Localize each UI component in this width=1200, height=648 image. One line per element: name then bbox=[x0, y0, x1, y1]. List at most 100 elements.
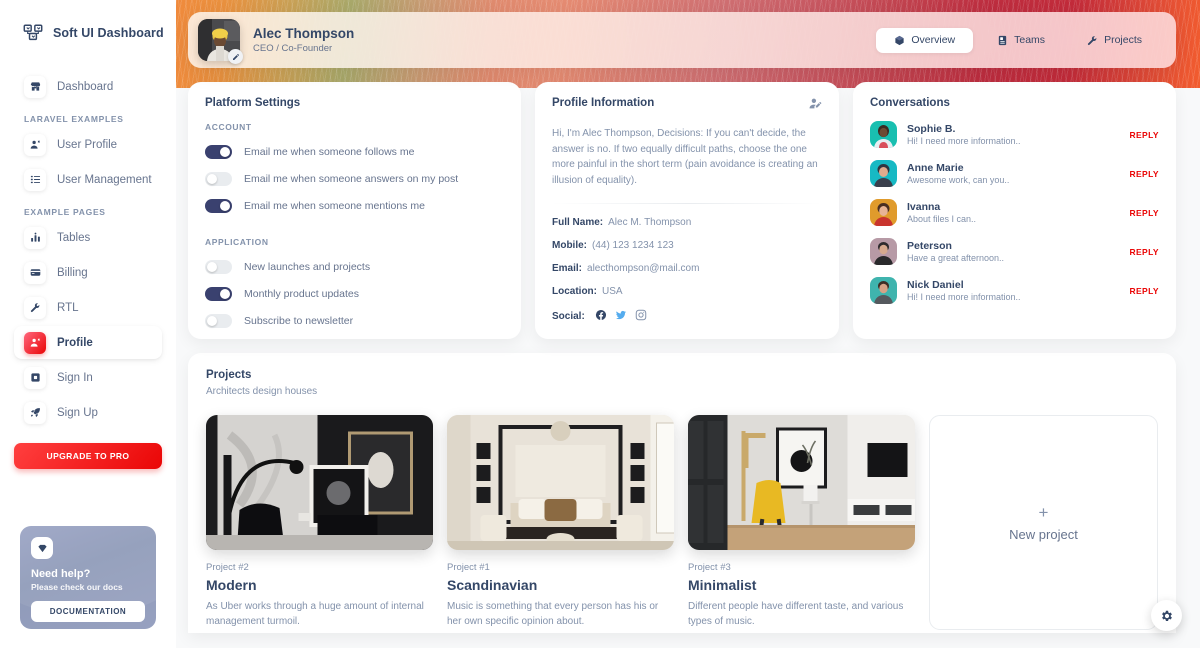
setting-row: Monthly product updates bbox=[205, 287, 504, 301]
conversation-texts: Peterson Have a great afternoon.. bbox=[907, 240, 1119, 263]
reply-button[interactable]: REPLY bbox=[1129, 208, 1159, 218]
toggle-newsletter[interactable] bbox=[205, 314, 232, 328]
info-value: Alec M. Thompson bbox=[608, 217, 692, 228]
info-label: Location: bbox=[552, 286, 597, 297]
document-icon bbox=[997, 35, 1008, 46]
reply-button[interactable]: REPLY bbox=[1129, 247, 1159, 257]
projects-title: Projects bbox=[206, 369, 252, 381]
user-icon bbox=[24, 133, 46, 156]
info-value: alecthompson@mail.com bbox=[587, 263, 700, 274]
sidebar-item-user-management[interactable]: User Management bbox=[14, 163, 162, 196]
pencil-icon[interactable] bbox=[228, 49, 243, 64]
edit-user-icon[interactable] bbox=[809, 97, 822, 115]
chart-icon bbox=[24, 226, 46, 249]
project-description: Music is something that every person has… bbox=[447, 601, 659, 627]
sidebar-item-sign-up[interactable]: Sign Up bbox=[14, 396, 162, 429]
sidebar-item-rtl[interactable]: RTL bbox=[14, 291, 162, 324]
profile-name: Alec Thompson bbox=[253, 26, 355, 41]
sidebar-item-profile[interactable]: Profile bbox=[14, 326, 162, 359]
conversation-texts: Anne Marie Awesome work, can you.. bbox=[907, 162, 1119, 185]
toggle-email-answers[interactable] bbox=[205, 172, 232, 186]
project-image-modern[interactable] bbox=[206, 415, 433, 550]
reply-button[interactable]: REPLY bbox=[1129, 286, 1159, 296]
login-icon bbox=[24, 366, 46, 389]
project-name[interactable]: Scandinavian bbox=[447, 577, 674, 593]
toggle-email-follows[interactable] bbox=[205, 145, 232, 159]
project-image-scandinavian[interactable] bbox=[447, 415, 674, 550]
toggle-new-launches[interactable] bbox=[205, 260, 232, 274]
info-label: Full Name: bbox=[552, 217, 604, 228]
conversation-item[interactable]: Peterson Have a great afternoon.. REPLY bbox=[870, 238, 1159, 265]
sidebar-item-sign-in[interactable]: Sign In bbox=[14, 361, 162, 394]
project-card: Project #2 Modern As Uber works through … bbox=[206, 415, 433, 630]
sidebar-section-laravel: LARAVEL EXAMPLES bbox=[24, 114, 124, 124]
projects-subtitle: Architects design houses bbox=[206, 386, 318, 397]
conversation-message: Hi! I need more information.. bbox=[907, 136, 1021, 146]
conversation-name: Peterson bbox=[907, 240, 952, 252]
sidebar-item-tables[interactable]: Tables bbox=[14, 221, 162, 254]
projects-card: Projects Architects design houses Projec… bbox=[188, 353, 1176, 633]
conversation-message: Hi! I need more information.. bbox=[907, 292, 1021, 302]
sidebar-section-example-pages: EXAMPLE PAGES bbox=[24, 207, 106, 217]
social-icons bbox=[595, 309, 647, 324]
projects-grid: Project #2 Modern As Uber works through … bbox=[206, 415, 1158, 630]
list-icon bbox=[24, 168, 46, 191]
setting-row: New launches and projects bbox=[205, 260, 504, 274]
setting-label: Email me when someone answers on my post bbox=[244, 173, 459, 185]
conversation-name: Sophie B. bbox=[907, 123, 956, 135]
new-project-label: New project bbox=[1009, 526, 1078, 542]
upgrade-to-pro-button[interactable]: UPGRADE TO PRO bbox=[14, 443, 162, 469]
sidebar-item-label: RTL bbox=[57, 301, 79, 314]
platform-settings-title: Platform Settings bbox=[205, 97, 301, 109]
plus-icon: + bbox=[1038, 502, 1049, 522]
shop-icon bbox=[24, 75, 46, 98]
sidebar-item-dashboard[interactable]: Dashboard bbox=[14, 70, 162, 103]
divider bbox=[552, 203, 822, 204]
twitter-icon[interactable] bbox=[615, 309, 627, 324]
project-description: As Uber works through a huge amount of i… bbox=[206, 601, 424, 627]
project-name[interactable]: Minimalist bbox=[688, 577, 915, 593]
new-project-button[interactable]: + New project bbox=[929, 415, 1158, 630]
tab-projects[interactable]: Projects bbox=[1069, 28, 1160, 53]
avatar bbox=[870, 199, 897, 226]
tab-label: Projects bbox=[1104, 34, 1142, 46]
project-card: Project #1 Scandinavian Music is somethi… bbox=[447, 415, 674, 630]
brand[interactable]: Soft UI Dashboard bbox=[0, 14, 176, 48]
project-image-minimalist[interactable] bbox=[688, 415, 915, 550]
gear-icon[interactable] bbox=[1151, 600, 1182, 631]
documentation-button[interactable]: DOCUMENTATION bbox=[31, 601, 145, 622]
main-area: Alec Thompson CEO / Co-Founder Overview bbox=[176, 0, 1200, 648]
conversation-item[interactable]: Anne Marie Awesome work, can you.. REPLY bbox=[870, 160, 1159, 187]
info-full-name: Full Name: Alec M. Thompson bbox=[552, 217, 822, 228]
help-title: Need help? bbox=[31, 568, 91, 580]
facebook-icon[interactable] bbox=[595, 309, 607, 324]
setting-row: Email me when someone follows me bbox=[205, 145, 504, 159]
conversation-name: Anne Marie bbox=[907, 162, 964, 174]
sidebar-item-label: Tables bbox=[57, 231, 91, 244]
conversation-message: Awesome work, can you.. bbox=[907, 175, 1010, 185]
conversation-item[interactable]: Ivanna About files I can.. REPLY bbox=[870, 199, 1159, 226]
toggle-monthly-updates[interactable] bbox=[205, 287, 232, 301]
brand-name: Soft UI Dashboard bbox=[53, 26, 164, 40]
tab-label: Overview bbox=[911, 34, 956, 46]
tab-teams[interactable]: Teams bbox=[979, 28, 1063, 53]
info-email: Email: alecthompson@mail.com bbox=[552, 263, 822, 274]
reply-button[interactable]: REPLY bbox=[1129, 130, 1159, 140]
setting-row: Email me when someone mentions me bbox=[205, 199, 504, 213]
toggle-email-mentions[interactable] bbox=[205, 199, 232, 213]
conversation-item[interactable]: Sophie B. Hi! I need more information.. … bbox=[870, 121, 1159, 148]
sidebar-item-user-profile[interactable]: User Profile bbox=[14, 128, 162, 161]
profile-tabs: Overview Teams Projects bbox=[876, 27, 1160, 53]
project-description: Different people have different taste, a… bbox=[688, 601, 904, 627]
reply-button[interactable]: REPLY bbox=[1129, 169, 1159, 179]
sidebar-item-label: Sign Up bbox=[57, 406, 98, 419]
info-mobile: Mobile: (44) 123 1234 123 bbox=[552, 240, 822, 251]
conversation-item[interactable]: Nick Daniel Hi! I need more information.… bbox=[870, 277, 1159, 304]
sidebar-item-billing[interactable]: Billing bbox=[14, 256, 162, 289]
help-subtitle: Please check our docs bbox=[31, 582, 123, 592]
instagram-icon[interactable] bbox=[635, 309, 647, 324]
tab-overview[interactable]: Overview bbox=[876, 27, 974, 53]
sidebar-item-label: Billing bbox=[57, 266, 88, 279]
sidebar-item-label: User Management bbox=[57, 173, 152, 186]
project-name[interactable]: Modern bbox=[206, 577, 433, 593]
